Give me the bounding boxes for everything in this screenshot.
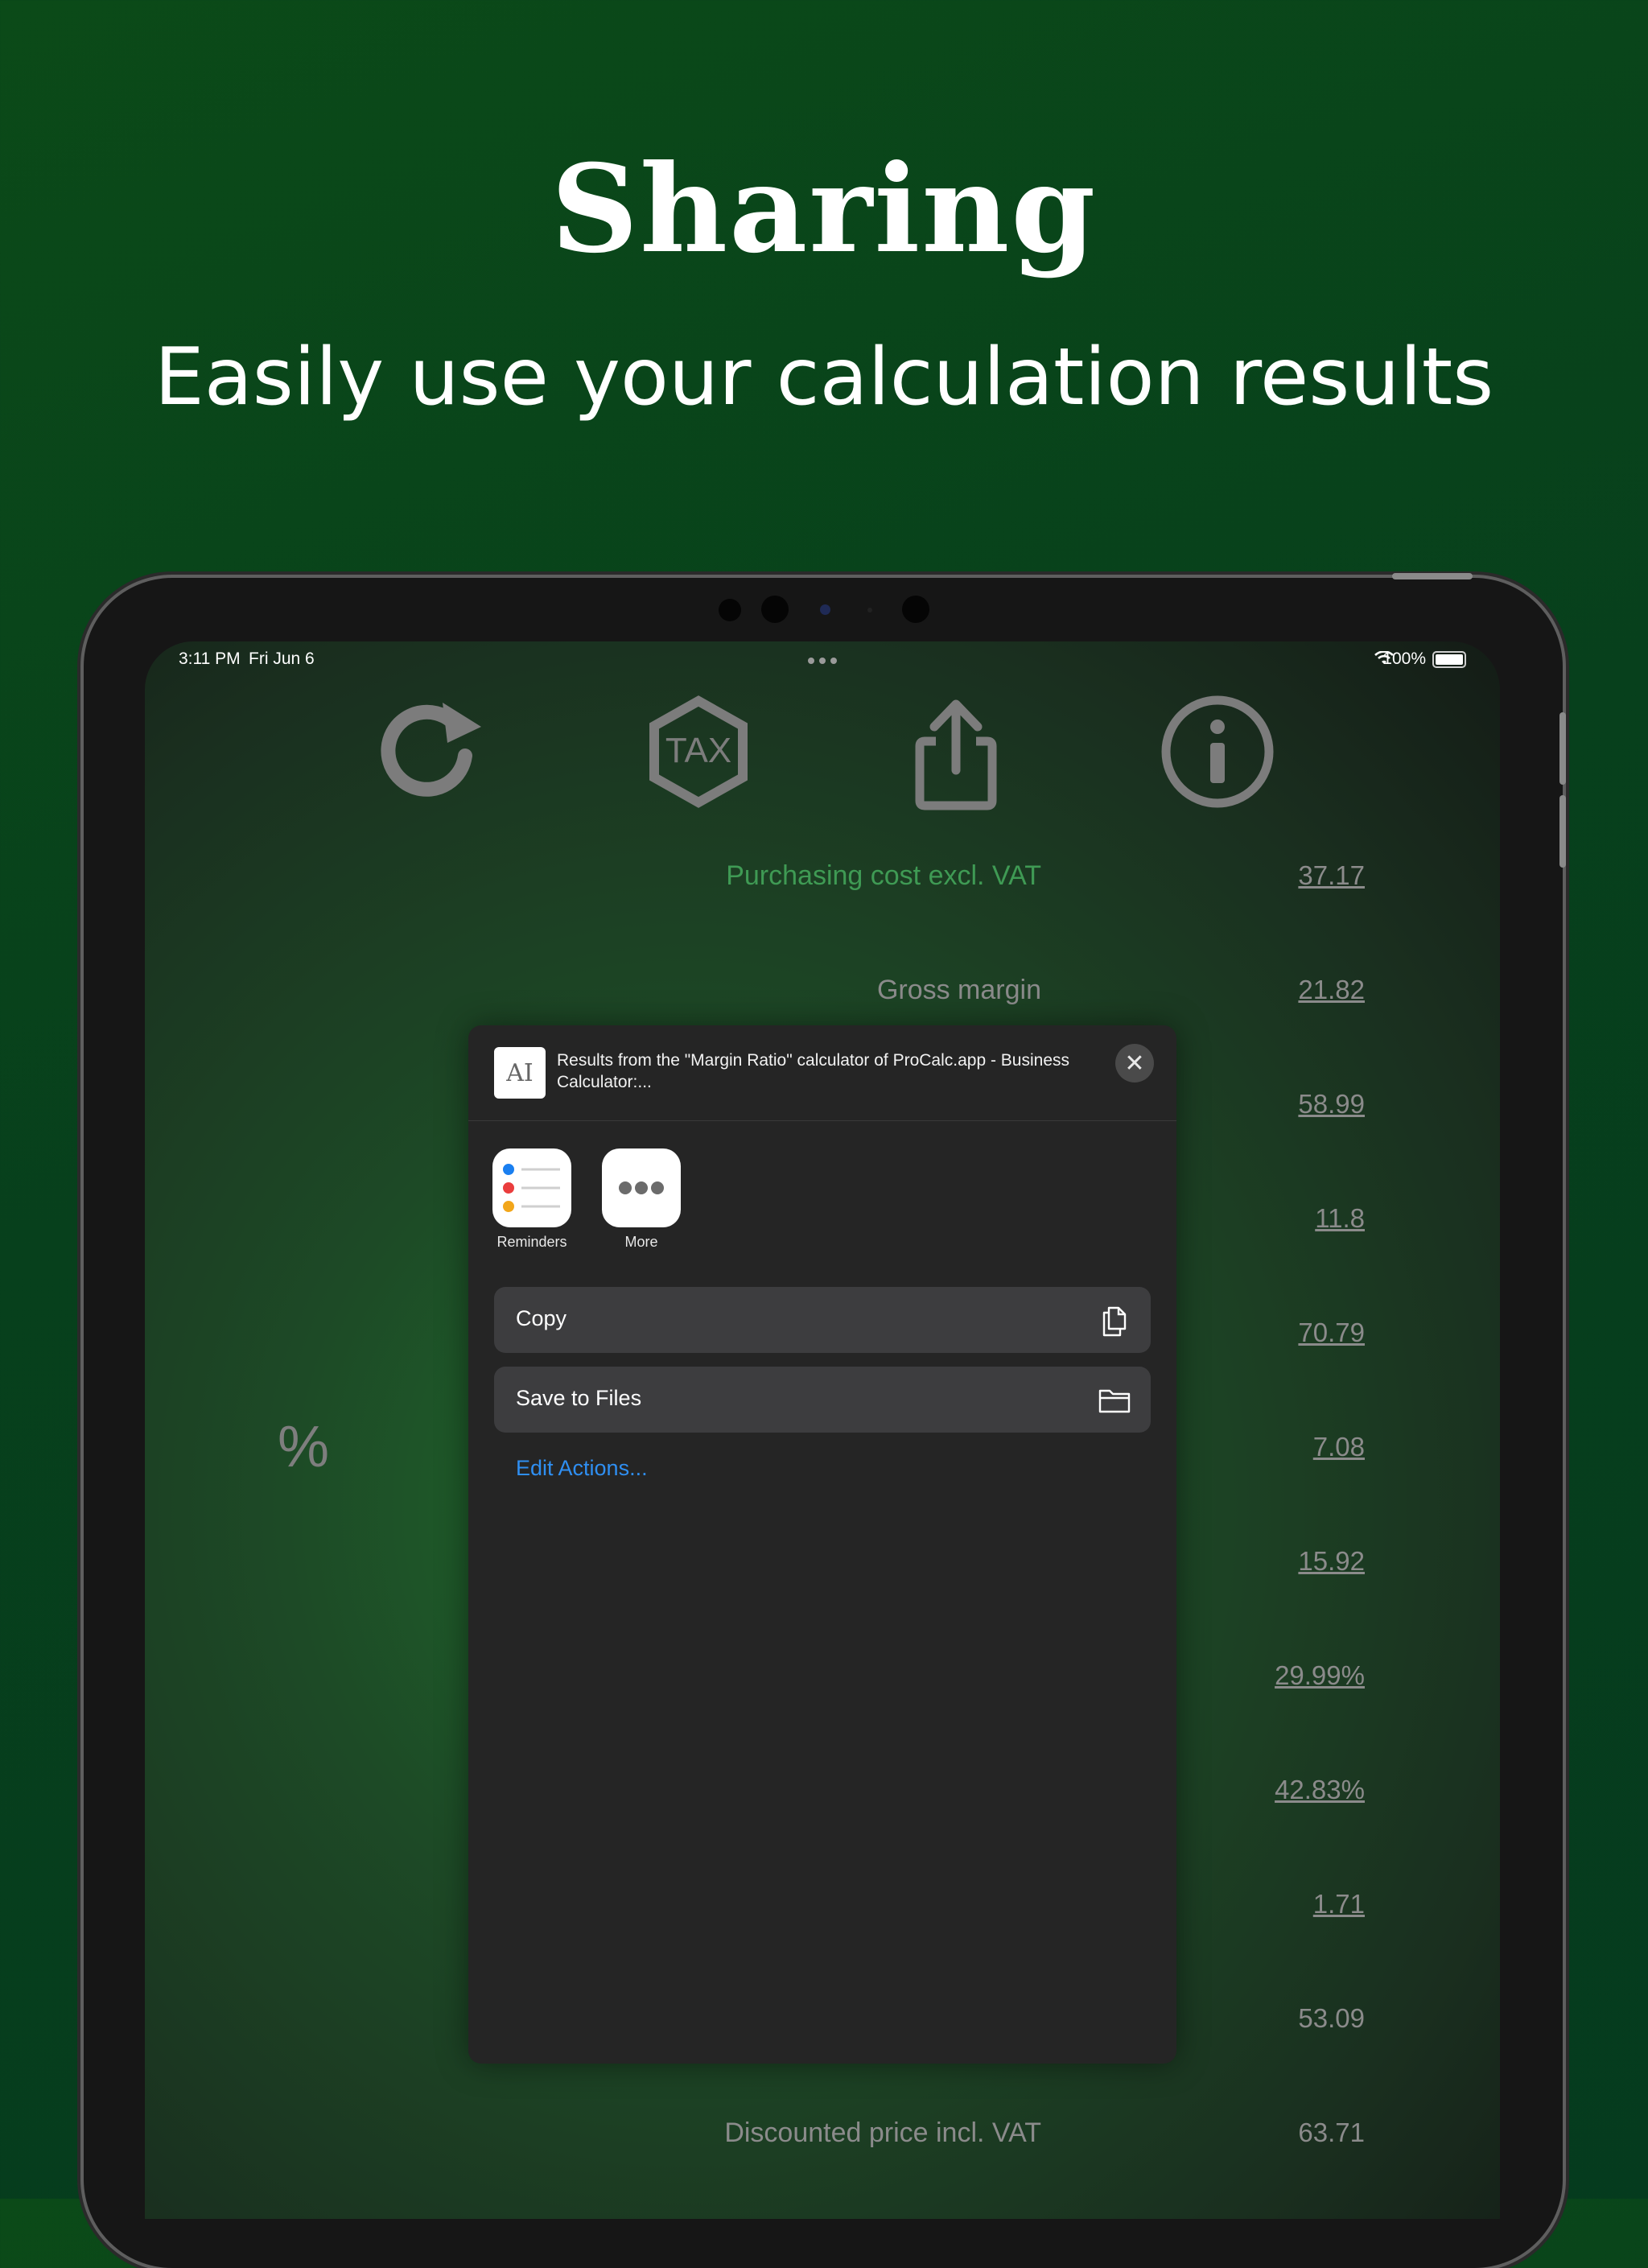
reminders-icon <box>492 1148 571 1227</box>
share-summary-text: Results from the "Margin Ratio" calculat… <box>557 1051 1070 1091</box>
row-label: Discounted price incl. VAT <box>724 2117 1041 2148</box>
camera-lens <box>902 596 929 623</box>
row-value: 53.09 <box>1298 2003 1365 2033</box>
row-value[interactable]: 42.83% <box>1275 1775 1365 1805</box>
multitasking-dots-icon[interactable] <box>808 658 837 664</box>
row-value[interactable]: 1.71 <box>1313 1889 1365 1920</box>
app-screen: 3:11 PM Fri Jun 6 100% TAX Purchasing co… <box>145 641 1500 2219</box>
camera-dot <box>719 599 741 621</box>
share-sheet-header: AI Results from the "Margin Ratio" calcu… <box>468 1025 1176 1121</box>
app-label: More <box>624 1234 658 1250</box>
row-label: Gross margin <box>876 975 1041 1005</box>
status-date: Fri Jun 6 <box>249 649 315 668</box>
volume-down-button <box>1559 795 1566 868</box>
percent-symbol: % <box>278 1415 330 1479</box>
share-icon[interactable] <box>896 691 1016 812</box>
action-label: Copy <box>516 1306 567 1330</box>
action-label: Save to Files <box>516 1386 642 1410</box>
row-value[interactable]: 58.99 <box>1298 1089 1365 1120</box>
battery-percent: 100% <box>1382 649 1426 668</box>
battery-icon <box>1432 651 1466 668</box>
row-value[interactable]: 15.92 <box>1298 1546 1365 1577</box>
hero-subtitle: Easily use your calculation results <box>154 332 1494 423</box>
row-value[interactable]: 29.99% <box>1275 1660 1365 1691</box>
row-value: 63.71 <box>1298 2117 1365 2147</box>
info-icon[interactable] <box>1157 691 1278 812</box>
row-value[interactable]: 7.08 <box>1313 1432 1365 1462</box>
row-label: Purchasing cost excl. VAT <box>726 860 1041 891</box>
camera-sensor <box>820 604 830 615</box>
reset-icon[interactable] <box>370 691 491 812</box>
close-button[interactable]: ✕ <box>1115 1044 1154 1082</box>
top-button <box>1392 573 1473 579</box>
status-time: 3:11 PM <box>179 649 241 668</box>
row-value[interactable]: 21.82 <box>1298 975 1365 1005</box>
copy-action[interactable]: Copy <box>494 1287 1151 1353</box>
save-to-files-action[interactable]: Save to Files <box>494 1367 1151 1433</box>
share-app-reminders[interactable]: Reminders <box>492 1148 571 1251</box>
svg-text:TAX: TAX <box>665 731 731 770</box>
camera-dot <box>867 608 872 612</box>
row-value[interactable]: 70.79 <box>1298 1318 1365 1348</box>
document-thumbnail: AI <box>494 1047 546 1099</box>
folder-icon <box>1098 1389 1131 1413</box>
more-icon <box>602 1148 681 1227</box>
camera-lens <box>761 596 789 623</box>
share-app-more[interactable]: More <box>602 1148 681 1251</box>
row-value[interactable]: 11.8 <box>1315 1203 1365 1234</box>
volume-up-button <box>1559 712 1566 785</box>
share-sheet: AI Results from the "Margin Ratio" calcu… <box>468 1025 1176 2064</box>
hero-title: Sharing <box>550 138 1098 280</box>
app-label: Reminders <box>496 1234 567 1250</box>
edit-actions-link[interactable]: Edit Actions... <box>516 1456 648 1481</box>
tax-icon[interactable]: TAX <box>638 691 759 812</box>
copy-icon <box>1102 1306 1127 1337</box>
row-value[interactable]: 37.17 <box>1298 860 1365 891</box>
